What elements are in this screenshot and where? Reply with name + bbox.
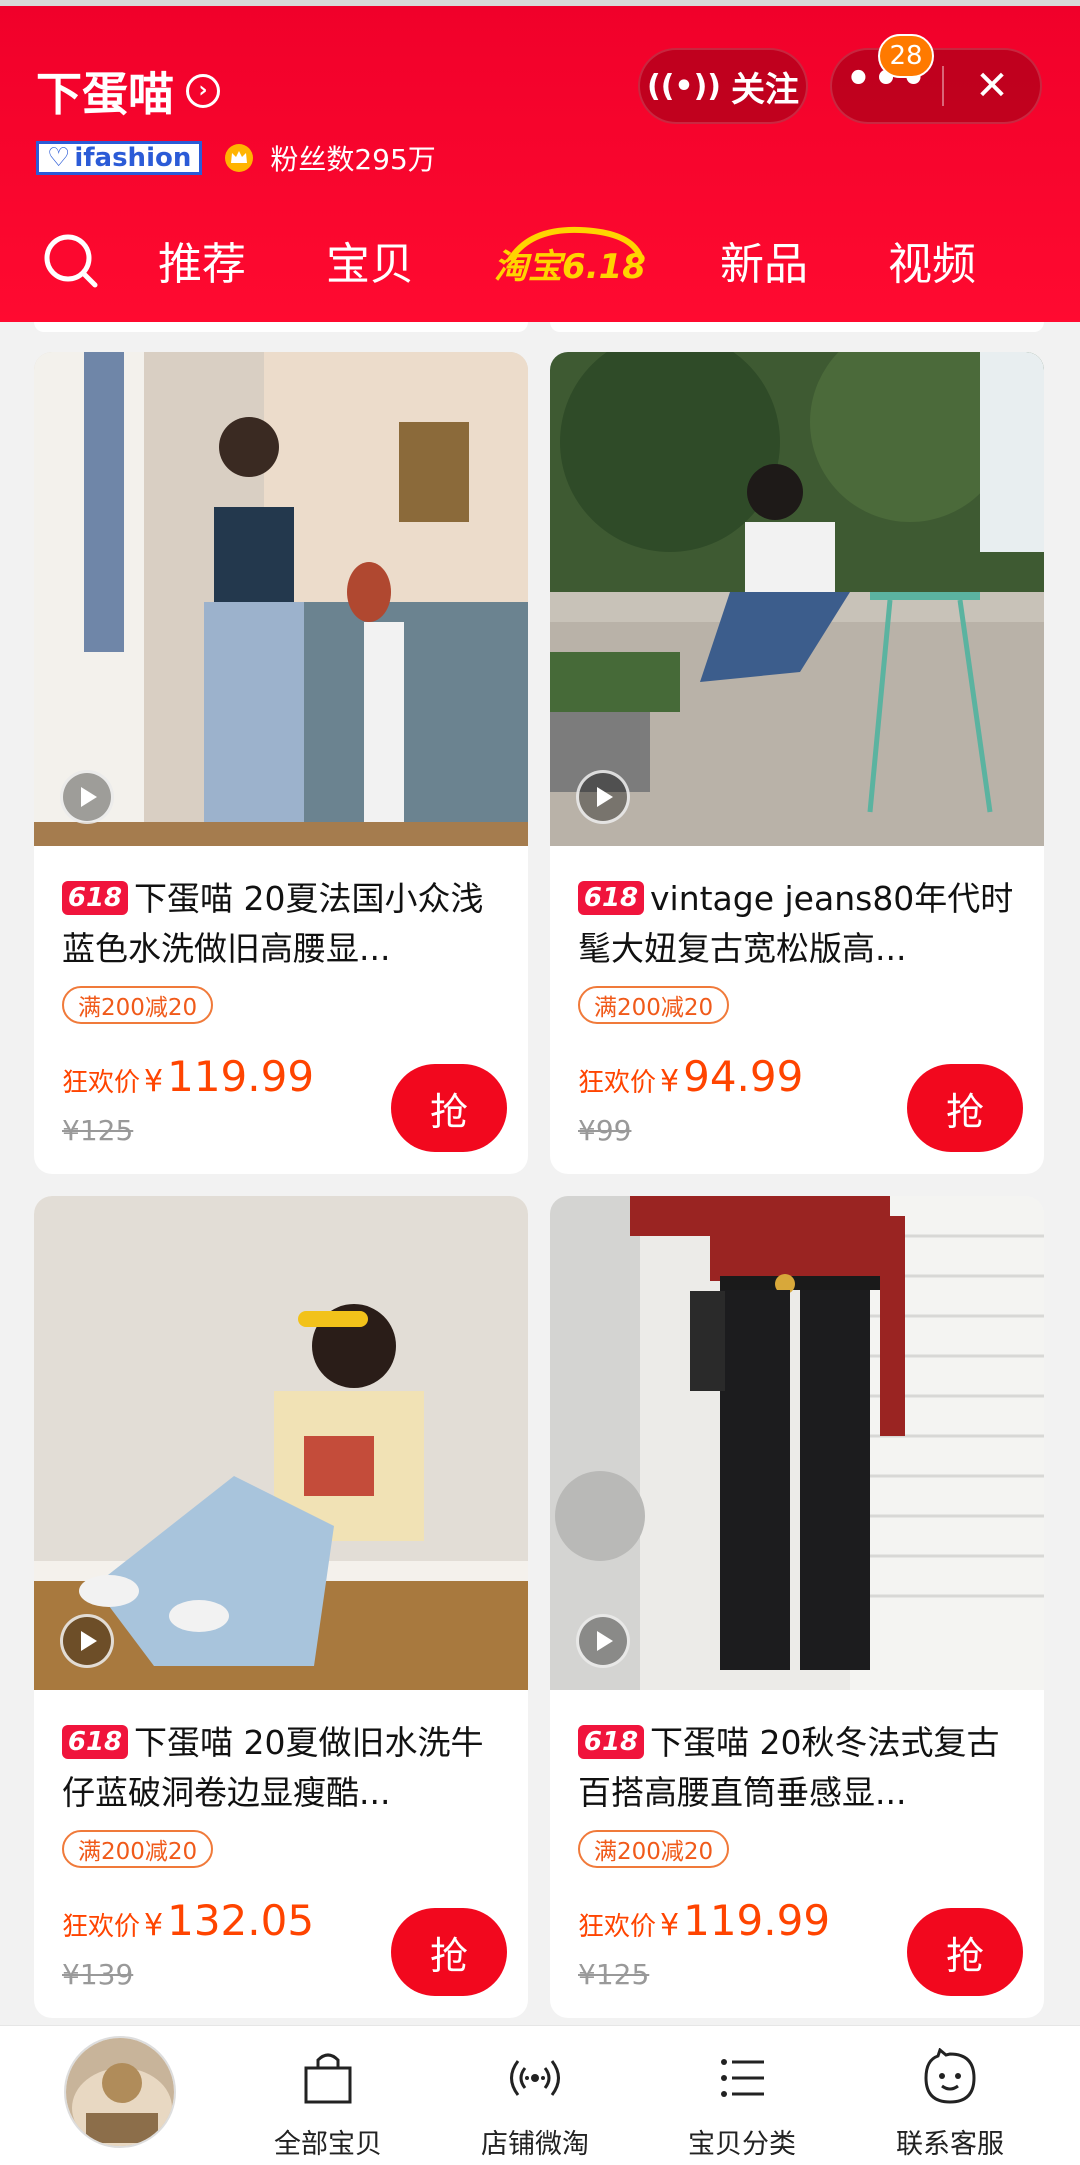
price-row: 狂欢价 ¥ 94.99	[578, 1052, 803, 1101]
currency-symbol: ¥	[660, 1908, 680, 1943]
categories-label: 宝贝分类	[688, 2129, 796, 2160]
previous-card-edge	[34, 322, 528, 332]
price-label: 狂欢价	[62, 1912, 141, 1942]
grab-button[interactable]: 抢	[907, 1908, 1023, 1996]
customer-service-label: 联系客服	[896, 2129, 1004, 2160]
coupon-badge: 满200减20	[62, 1830, 214, 1868]
broadcast-icon: ((•))	[646, 68, 722, 104]
coupon-badge: 满200减20	[578, 1830, 730, 1868]
618-tag: 618	[578, 881, 644, 915]
price-value: 132.05	[167, 1896, 315, 1945]
original-price: ¥125	[62, 1114, 134, 1147]
shop-meta: ♡ ifashion 粉丝数295万	[36, 138, 436, 178]
price-label: 狂欢价	[578, 1068, 657, 1098]
previous-card-edge	[550, 322, 1044, 332]
logo-text: 淘宝6.18	[494, 247, 646, 287]
currency-symbol: ¥	[144, 1064, 164, 1099]
tab-new[interactable]: 新品	[720, 228, 808, 292]
shop-nav: 推荐 宝贝 淘宝6.18 新品 视频	[0, 220, 1080, 300]
status-strip	[0, 0, 1080, 6]
follow-button[interactable]: ((•)) 关注	[638, 48, 808, 124]
tab-items[interactable]: 宝贝	[326, 228, 414, 292]
product-title[interactable]: 618 下蛋喵 20夏做旧水洗牛仔蓝破洞卷边显瘦酷...	[62, 1718, 512, 1818]
heart-icon: ♡	[47, 143, 71, 173]
ifashion-label: ifashion	[74, 143, 192, 173]
mini-program-capsule: ••• ✕	[830, 48, 1042, 124]
all-items-label: 全部宝贝	[274, 2129, 382, 2160]
tab-video[interactable]: 视频	[888, 228, 976, 292]
taobao-618-logo[interactable]: 淘宝6.18	[490, 222, 650, 292]
price-label: 狂欢价	[578, 1912, 657, 1942]
chat-bubble-icon	[924, 2047, 976, 2104]
notification-badge: 28	[878, 34, 934, 78]
price-label: 狂欢价	[62, 1068, 141, 1098]
shop-avatar[interactable]	[64, 2036, 176, 2148]
product-title[interactable]: 618 vintage jeans80年代时髦大妞复古宽松版高...	[578, 874, 1028, 974]
product-image[interactable]	[550, 1196, 1044, 1690]
product-image[interactable]	[34, 1196, 528, 1690]
shop-title[interactable]: 下蛋喵 ›	[36, 58, 220, 124]
price-value: 94.99	[683, 1052, 804, 1101]
shop-name[interactable]: 下蛋喵	[36, 58, 174, 124]
broadcast-icon	[510, 2060, 560, 2096]
price-value: 119.99	[683, 1896, 831, 1945]
product-title[interactable]: 618 下蛋喵 20夏法国小众浅蓝色水洗做旧高腰显...	[62, 874, 512, 974]
search-icon[interactable]	[42, 232, 100, 290]
bottom-tab-bar: 全部宝贝 店铺微淘 宝贝分类 联系客服	[0, 2025, 1080, 2165]
close-button[interactable]: ✕	[944, 63, 1040, 109]
currency-symbol: ¥	[144, 1908, 164, 1943]
tab-recommend[interactable]: 推荐	[158, 228, 246, 292]
price-value: 119.99	[167, 1052, 315, 1101]
currency-symbol: ¥	[660, 1064, 680, 1099]
list-icon	[721, 2059, 764, 2097]
coupon-badge: 满200减20	[62, 986, 214, 1024]
original-price: ¥139	[62, 1958, 134, 1991]
price-row: 狂欢价 ¥ 132.05	[62, 1896, 314, 1945]
original-price: ¥99	[578, 1114, 632, 1147]
customer-service-tab[interactable]: 联系客服	[860, 2047, 1040, 2161]
grab-button[interactable]: 抢	[391, 1908, 507, 1996]
618-tag: 618	[62, 881, 128, 915]
product-card[interactable]: 618 下蛋喵 20夏法国小众浅蓝色水洗做旧高腰显... 满200减20 狂欢价 …	[34, 352, 528, 1174]
coupon-badge: 满200减20	[578, 986, 730, 1024]
play-video-icon[interactable]	[576, 770, 630, 824]
crown-icon	[225, 144, 254, 172]
618-tag: 618	[578, 1725, 644, 1759]
all-items-tab[interactable]: 全部宝贝	[238, 2048, 418, 2161]
product-card[interactable]: 618 下蛋喵 20夏做旧水洗牛仔蓝破洞卷边显瘦酷... 满200减20 狂欢价 …	[34, 1196, 528, 2018]
shop-feed-tab[interactable]: 店铺微淘	[445, 2048, 625, 2161]
play-video-icon[interactable]	[60, 1614, 114, 1668]
price-row: 狂欢价 ¥ 119.99	[62, 1052, 314, 1101]
grab-button[interactable]: 抢	[907, 1064, 1023, 1152]
play-video-icon[interactable]	[60, 770, 114, 824]
ifashion-badge: ♡ ifashion	[36, 141, 203, 175]
chevron-right-icon[interactable]: ›	[186, 74, 220, 108]
follow-label: 关注	[731, 69, 800, 110]
shop-feed-label: 店铺微淘	[481, 2129, 589, 2160]
shop-avatar-image	[66, 2038, 174, 2146]
shop-header: 下蛋喵 › ♡ ifashion 粉丝数295万 ((•)) 关注 ••• ✕ …	[0, 0, 1080, 322]
original-price: ¥125	[578, 1958, 650, 1991]
product-card[interactable]: 618 vintage jeans80年代时髦大妞复古宽松版高... 满200减2…	[550, 352, 1044, 1174]
product-title[interactable]: 618 下蛋喵 20秋冬法式复古百搭高腰直筒垂感显...	[578, 1718, 1028, 1818]
product-image[interactable]	[550, 352, 1044, 846]
fans-count: 粉丝数295万	[270, 143, 436, 176]
price-row: 狂欢价 ¥ 119.99	[578, 1896, 830, 1945]
grab-button[interactable]: 抢	[391, 1064, 507, 1152]
shopping-bag-icon	[304, 2053, 352, 2104]
play-video-icon[interactable]	[576, 1614, 630, 1668]
product-card[interactable]: 618 下蛋喵 20秋冬法式复古百搭高腰直筒垂感显... 满200减20 狂欢价 …	[550, 1196, 1044, 2018]
product-image[interactable]	[34, 352, 528, 846]
categories-tab[interactable]: 宝贝分类	[652, 2048, 832, 2161]
618-tag: 618	[62, 1725, 128, 1759]
